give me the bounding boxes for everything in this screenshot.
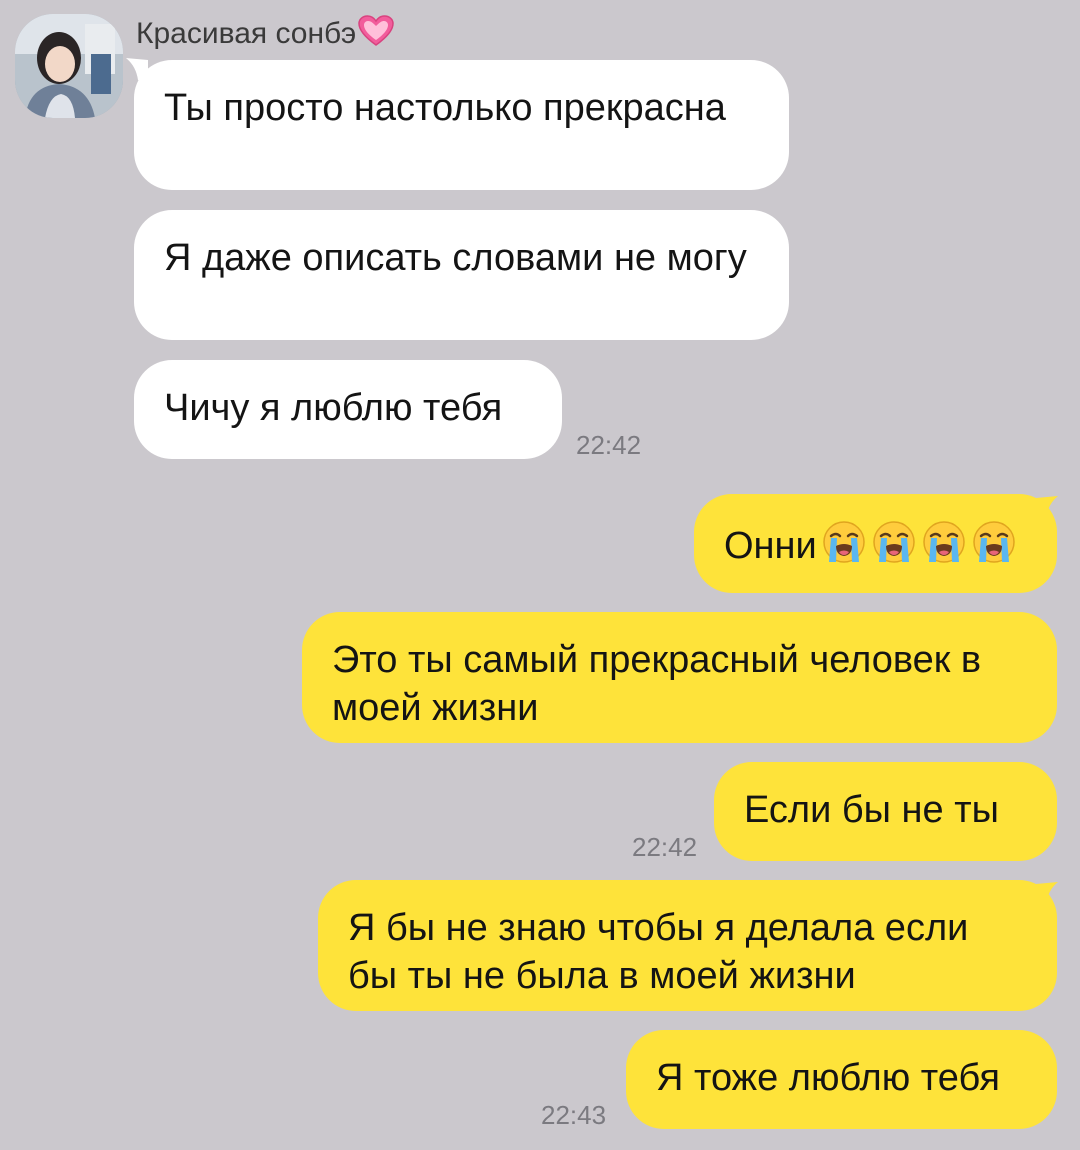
pink-heart-icon xyxy=(358,15,394,58)
message-text: Я бы не знаю чтобы я делала если бы ты н… xyxy=(348,907,969,997)
contact-name: Красивая сонбэ xyxy=(136,14,394,58)
incoming-message[interactable]: Чичу я люблю тебя xyxy=(134,360,562,459)
outgoing-message[interactable]: Я тоже люблю тебя xyxy=(626,1030,1057,1129)
message-text: Онни xyxy=(724,525,817,567)
message-text: Я даже описать словами не могу xyxy=(164,237,747,279)
outgoing-message[interactable]: Это ты самый прекрасный человек в моей ж… xyxy=(302,612,1057,743)
message-text: Если бы не ты xyxy=(744,789,999,831)
message-text: Ты просто настолько прекрасна xyxy=(164,87,726,129)
loudly-crying-face-icon xyxy=(823,521,865,563)
chat-area[interactable]: Красивая сонбэ Ты просто настолько прекр… xyxy=(0,0,1080,1150)
message-timestamp: 22:42 xyxy=(576,430,642,460)
message-timestamp: 22:42 xyxy=(632,832,698,862)
message-text: Я тоже люблю тебя xyxy=(656,1057,1000,1099)
incoming-message[interactable]: Ты просто настолько прекрасна xyxy=(134,60,789,190)
message-timestamp: 22:43 xyxy=(541,1100,607,1130)
outgoing-message[interactable]: Онни xyxy=(694,494,1057,593)
outgoing-message[interactable]: Если бы не ты xyxy=(714,762,1057,861)
outgoing-message[interactable]: Я бы не знаю чтобы я делала если бы ты н… xyxy=(318,880,1057,1011)
loudly-crying-face-icon xyxy=(873,521,915,563)
loudly-crying-face-icon xyxy=(923,521,965,563)
incoming-message[interactable]: Я даже описать словами не могу xyxy=(134,210,789,340)
message-text: Чичу я люблю тебя xyxy=(164,387,503,429)
message-text: Это ты самый прекрасный человек в моей ж… xyxy=(332,639,982,729)
loudly-crying-face-icon xyxy=(973,521,1015,563)
contact-avatar[interactable] xyxy=(15,14,123,118)
emoji-row xyxy=(817,521,1017,567)
